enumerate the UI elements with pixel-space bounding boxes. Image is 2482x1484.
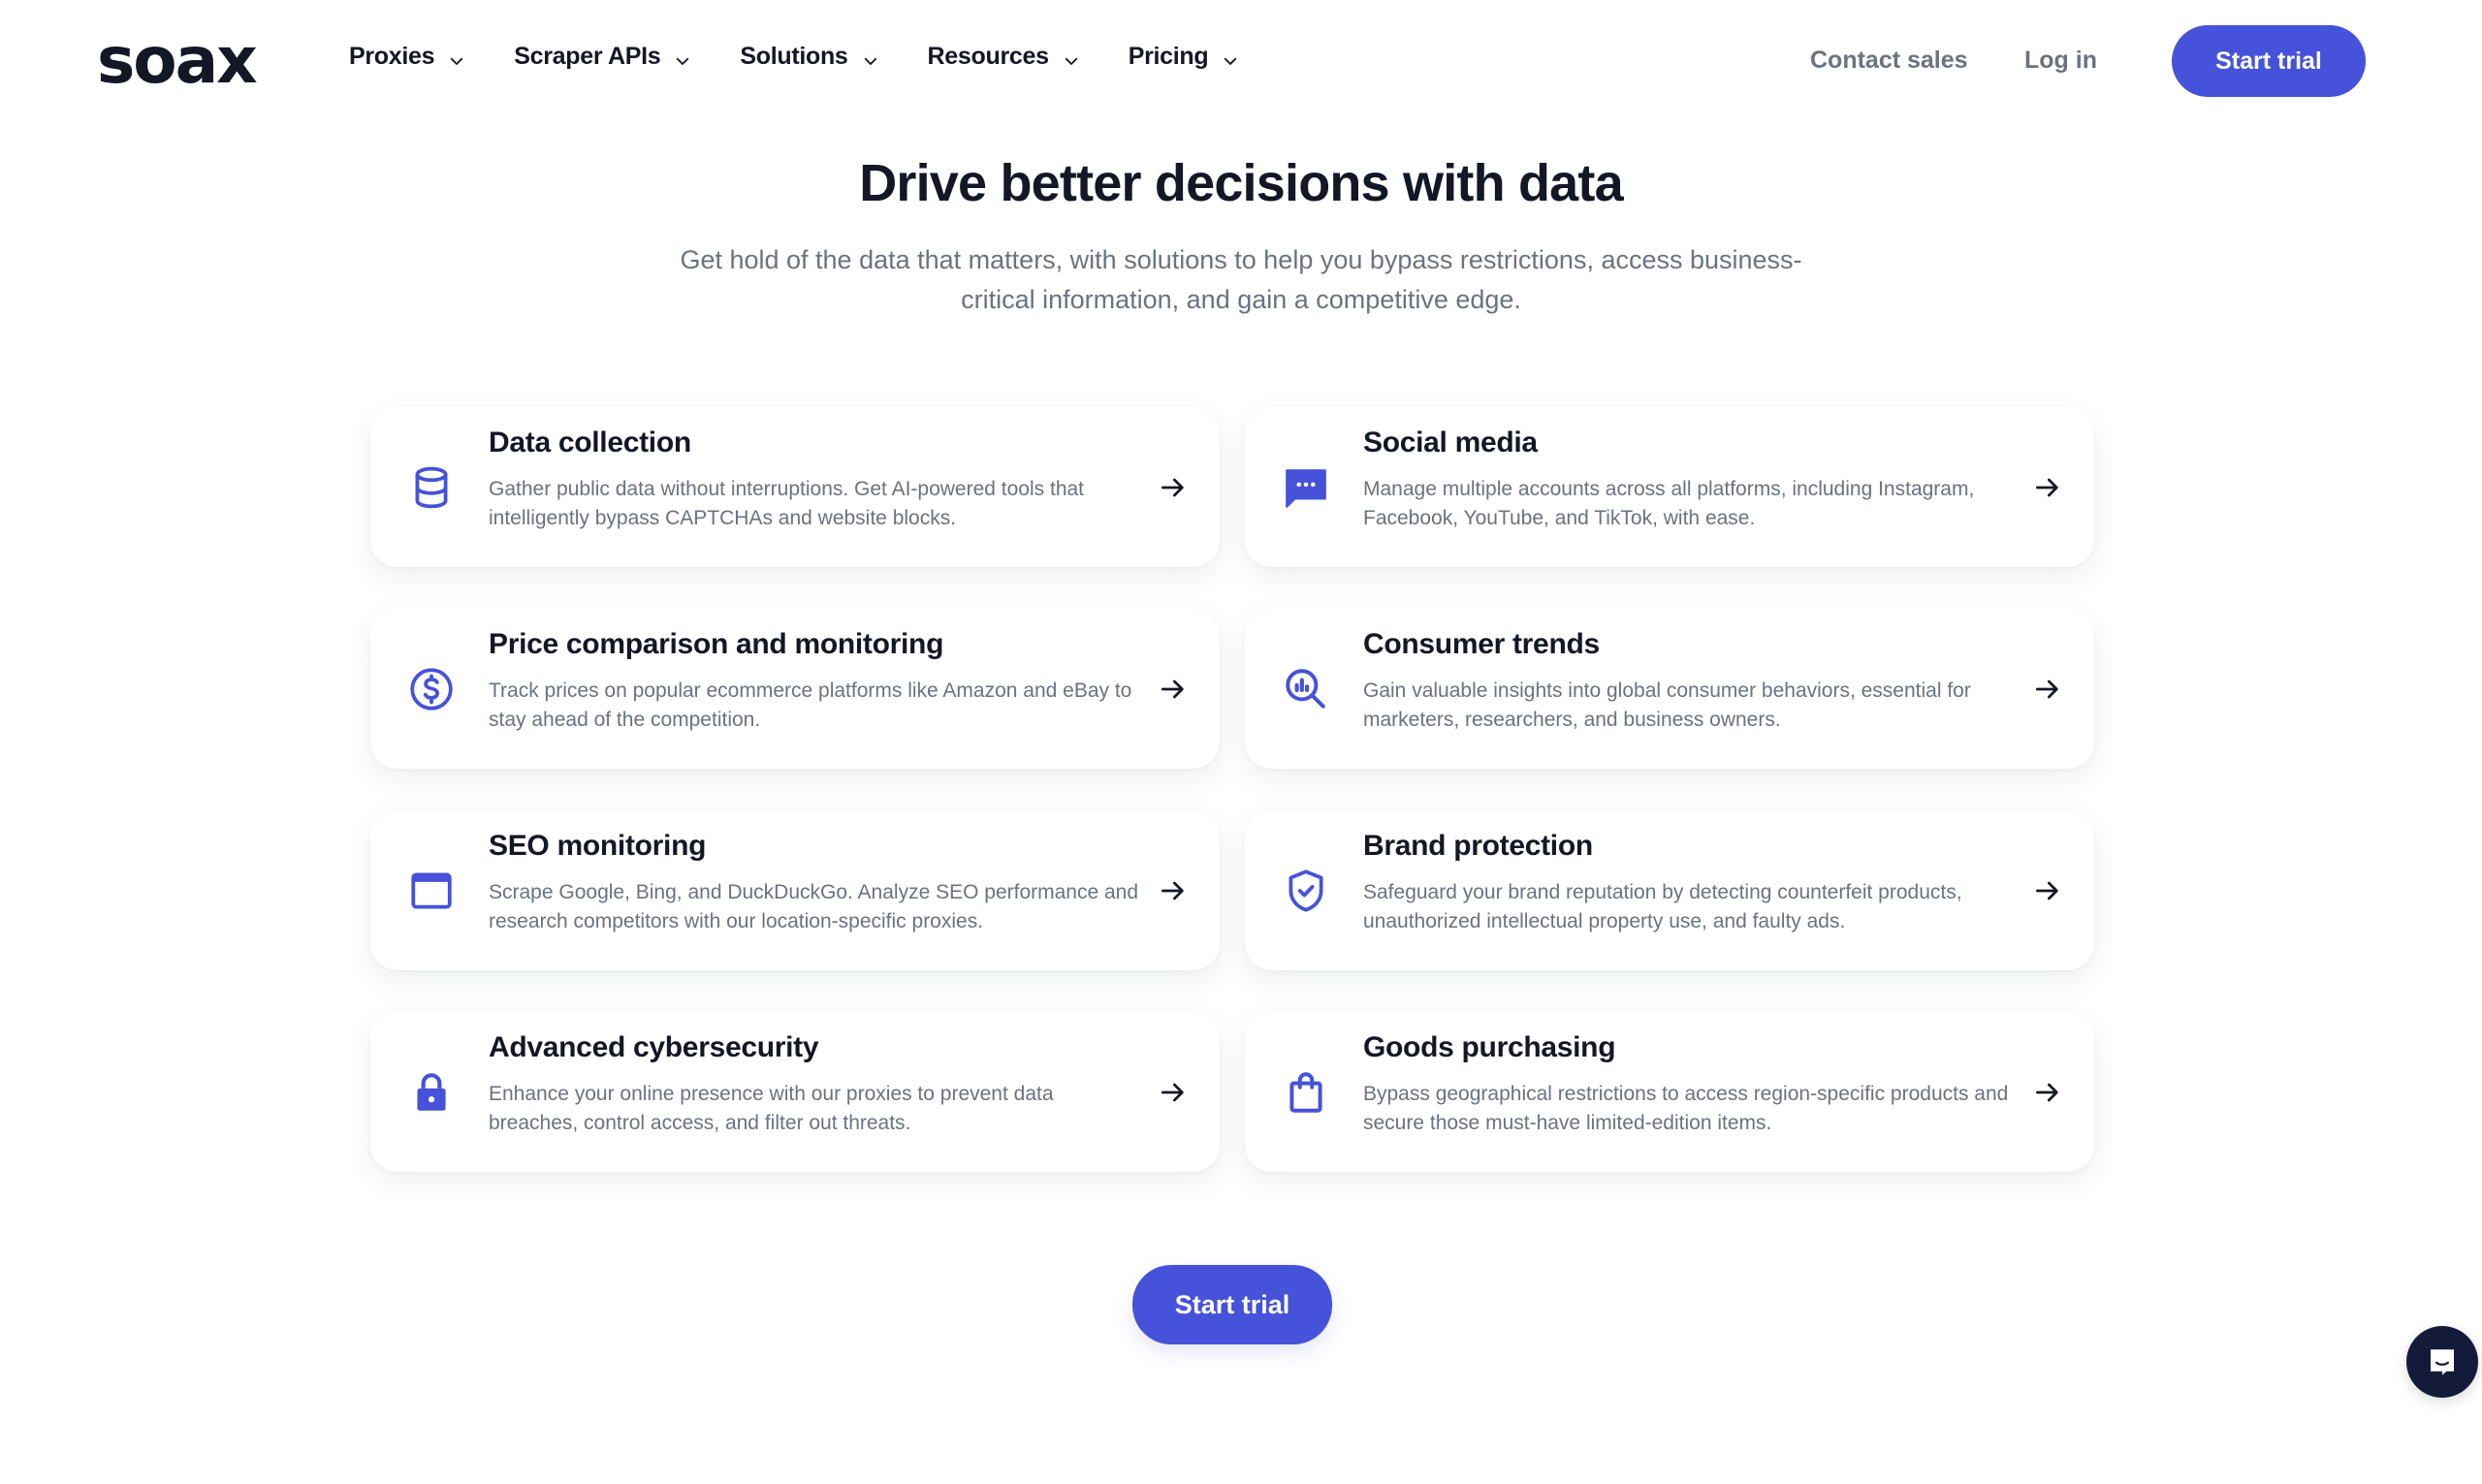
contact-sales-link[interactable]: Contact sales — [1810, 47, 1968, 75]
arrow-right-icon[interactable] — [1158, 875, 1189, 906]
nav-scraper-apis[interactable]: Scraper APIs — [514, 43, 691, 71]
solution-card-brand-protection[interactable]: Brand protection Safeguard your brand re… — [1245, 810, 2094, 970]
card-description: Gain valuable insights into global consu… — [1363, 679, 1971, 731]
site-header: soax Proxies Scraper APIs Solutions Reso… — [0, 0, 2482, 122]
chevron-down-icon — [862, 48, 879, 66]
card-title: Consumer trends — [1363, 628, 1600, 660]
chevron-down-icon — [1063, 48, 1080, 66]
header-start-trial-button[interactable]: Start trial — [2172, 25, 2366, 97]
solution-card-goods-purchasing[interactable]: Goods purchasing Bypass geographical res… — [1245, 1012, 2094, 1172]
solution-card-data-collection[interactable]: Data collection Gather public data witho… — [370, 407, 1220, 567]
solution-card-social-media[interactable]: Social media Manage multiple accounts ac… — [1245, 407, 2094, 567]
card-description: Safeguard your brand reputation by detec… — [1363, 881, 1962, 932]
card-title: Data collection — [489, 426, 691, 458]
card-title: SEO monitoring — [489, 830, 707, 862]
card-description: Manage multiple accounts across all plat… — [1363, 478, 1975, 529]
browser-window-icon — [407, 867, 456, 915]
chevron-down-icon — [1222, 48, 1239, 66]
database-icon — [407, 463, 456, 512]
arrow-right-icon[interactable] — [1158, 472, 1189, 503]
dollar-circle-icon — [407, 665, 456, 713]
lock-icon — [407, 1068, 456, 1117]
card-description: Enhance your online presence with our pr… — [489, 1083, 1054, 1134]
solution-card-cybersecurity[interactable]: Advanced cybersecurity Enhance your onli… — [370, 1012, 1220, 1172]
main-nav: Proxies Scraper APIs Solutions Resources… — [349, 43, 1288, 71]
cta-start-trial-button[interactable]: Start trial — [1132, 1265, 1332, 1344]
shield-check-icon — [1282, 867, 1330, 915]
chat-icon — [1282, 463, 1330, 512]
card-title: Goods purchasing — [1363, 1031, 1616, 1063]
card-title: Social media — [1363, 426, 1538, 458]
soax-logo[interactable]: soax — [97, 29, 258, 93]
card-title: Brand protection — [1363, 830, 1593, 862]
card-description: Scrape Google, Bing, and DuckDuckGo. Ana… — [489, 881, 1139, 932]
page-title: Drive better decisions with data — [859, 154, 1623, 212]
arrow-right-icon[interactable] — [2032, 472, 2063, 503]
nav-resources[interactable]: Resources — [928, 43, 1080, 71]
nav-pricing[interactable]: Pricing — [1129, 43, 1240, 71]
chevron-down-icon — [448, 48, 465, 66]
solutions-grid: Data collection Gather public data witho… — [370, 407, 2094, 1172]
chat-icon — [2431, 1349, 2454, 1375]
solution-card-consumer-trends[interactable]: Consumer trends Gain valuable insights i… — [1245, 609, 2094, 769]
card-title: Price comparison and monitoring — [489, 628, 944, 660]
arrow-right-icon[interactable] — [1158, 1077, 1189, 1108]
solution-card-price-comparison[interactable]: Price comparison and monitoring Track pr… — [370, 609, 1220, 769]
nav-label: Pricing — [1128, 43, 1209, 70]
card-title: Advanced cybersecurity — [489, 1031, 819, 1063]
arrow-right-icon[interactable] — [2032, 674, 2063, 705]
nav-solutions[interactable]: Solutions — [740, 43, 878, 71]
nav-label: Proxies — [349, 43, 435, 70]
chat-widget-button[interactable] — [2406, 1326, 2478, 1398]
nav-label: Solutions — [740, 43, 848, 70]
card-description: Track prices on popular ecommerce platfo… — [489, 679, 1132, 731]
card-description: Gather public data without interruptions… — [489, 478, 1085, 529]
page-subtitle: Get hold of the data that matters, with … — [680, 245, 1802, 314]
chevron-down-icon — [674, 48, 691, 66]
nav-label: Scraper APIs — [514, 43, 661, 70]
search-chart-icon — [1282, 665, 1330, 713]
arrow-right-icon[interactable] — [1158, 674, 1189, 705]
nav-proxies[interactable]: Proxies — [349, 43, 465, 71]
shopping-bag-icon — [1282, 1068, 1330, 1117]
arrow-right-icon[interactable] — [2032, 875, 2063, 906]
arrow-right-icon[interactable] — [2032, 1077, 2063, 1108]
nav-label: Resources — [927, 43, 1049, 70]
solution-card-seo-monitoring[interactable]: SEO monitoring Scrape Google, Bing, and … — [370, 810, 1220, 970]
login-link[interactable]: Log in — [2024, 47, 2097, 75]
card-description: Bypass geographical restrictions to acce… — [1363, 1083, 2009, 1134]
